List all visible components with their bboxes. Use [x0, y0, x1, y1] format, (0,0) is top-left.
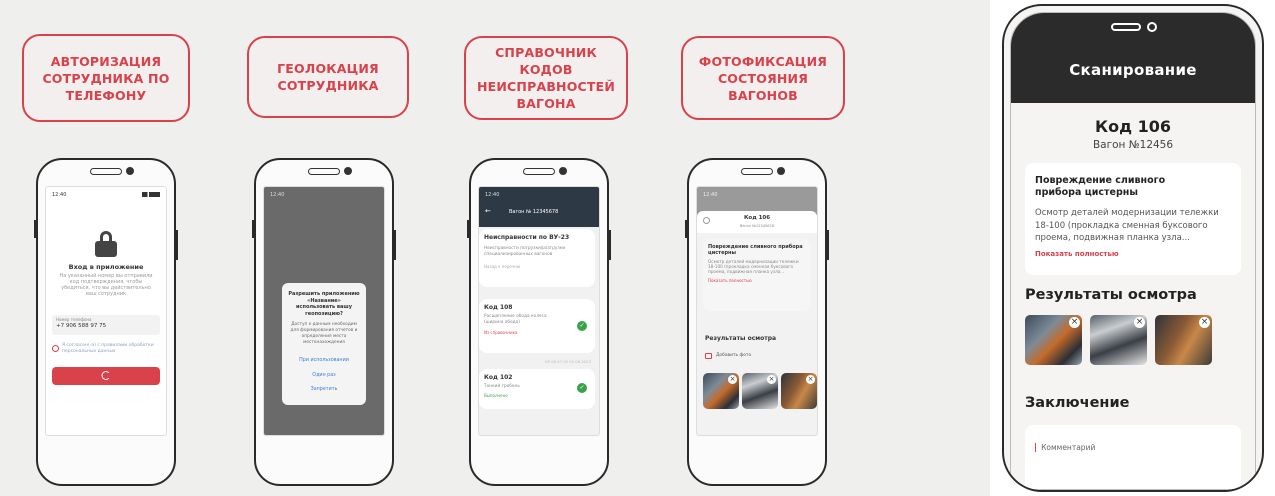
- camera-icon: [705, 353, 712, 359]
- scanning-title: Сканирование: [1069, 61, 1197, 79]
- status-time: 12:40: [270, 192, 285, 198]
- fault-card-title: Повреждение сливного прибора цистерны: [1035, 175, 1166, 198]
- speaker: [523, 168, 555, 175]
- speaker: [90, 168, 122, 175]
- consent-text: Я согласен(-а) с правилами обработки пер…: [62, 343, 154, 354]
- phone-mockup-photo-fixation: 12:40 Код 106 Вагон №12345678 Повреждени…: [685, 158, 829, 486]
- show-more-link[interactable]: Показать полностью: [1035, 250, 1231, 258]
- status-time: 12:40: [52, 192, 67, 198]
- phone-mockup-geolocation: 12:40 Разрешить приложению «Название» ис…: [252, 158, 396, 486]
- photo-code-title: Код 106: [743, 215, 771, 221]
- allow-while-using-button[interactable]: При использовании: [288, 358, 360, 363]
- phone-input[interactable]: Номер телефона +7 906 588 97 75: [52, 315, 160, 335]
- feature-label-geolocation: ГЕОЛОКАЦИЯ СОТРУДНИКА: [247, 36, 409, 118]
- conclusion-heading: Заключение: [1025, 395, 1130, 411]
- camera-dot: [344, 167, 352, 175]
- photo-card-title: Повреждение сливного прибора цистерны: [708, 244, 803, 256]
- photo-card-text: Осмотр деталей модернизации тележки 18-1…: [708, 259, 799, 275]
- status-time: 12:40: [703, 192, 718, 198]
- scan-code-title: Код 106: [1095, 117, 1171, 136]
- phone-mockup-fault-codes: 12:40 ← Вагон № 12345678 Неисправности п…: [467, 158, 611, 486]
- camera-dot: [559, 167, 567, 175]
- remove-photo-icon[interactable]: ×: [806, 375, 815, 384]
- fault-item1-text: Расщепление обода колеса (ширина обода): [484, 314, 547, 325]
- phone-mockup-login: 12:40 Вход в приложение На указанный ном…: [34, 158, 178, 486]
- fault-header-title: Вагон № 12345678: [509, 209, 559, 215]
- fault-codes-screen: 12:40 ← Вагон № 12345678 Неисправности п…: [478, 186, 600, 436]
- dialog-title: Разрешить приложению «Название» использо…: [288, 291, 360, 317]
- fault-description-card: Повреждение сливного прибора цистерны Ос…: [1025, 163, 1241, 275]
- text-cursor: [1035, 443, 1036, 452]
- scan-wagon-number: Вагон №12456: [1092, 139, 1174, 151]
- fault-card-main: Неисправности по ВУ-23 Неисправности пог…: [479, 229, 595, 287]
- phone-input-value: +7 906 588 97 75: [56, 323, 107, 329]
- fault-item-102[interactable]: Код 102 Тонкий гребень Выполнено ✓: [479, 369, 595, 409]
- add-photo-label: Добавить фото: [716, 353, 752, 358]
- check-icon: ✓: [577, 383, 587, 393]
- camera-dot: [126, 167, 134, 175]
- comment-placeholder: Комментарий: [1041, 443, 1096, 452]
- inspection-photo[interactable]: ×: [1155, 315, 1212, 365]
- comment-input[interactable]: Комментарий: [1025, 425, 1241, 489]
- inspection-photo[interactable]: ×: [1025, 315, 1082, 365]
- feature-label-fault-codes: СПРАВОЧНИК КОДОВ НЕИСПРАВНОСТЕЙ ВАГОНА: [464, 36, 628, 120]
- photo-results-title: Результаты осмотра: [705, 335, 777, 342]
- photo-sheet: Код 106 Вагон №12345678: [697, 211, 817, 233]
- photo-code-sub: Вагон №12345678: [739, 224, 775, 228]
- phone-mockup-scanning: Сканирование Код 106 Вагон №12456 Повреж…: [1002, 4, 1264, 492]
- scanning-screen: Сканирование Код 106 Вагон №12456 Повреж…: [1010, 12, 1256, 490]
- remove-photo-icon[interactable]: ×: [1199, 317, 1210, 328]
- fault-card-text: Осмотр деталей модернизации тележки 18-1…: [1035, 208, 1219, 243]
- camera-dot: [1147, 22, 1157, 32]
- speaker: [308, 168, 340, 175]
- login-title: Вход в приложение: [68, 263, 144, 271]
- fault-item1-sub: Из справочника: [484, 330, 518, 335]
- fault-section-title: Неисправности по ВУ-23: [484, 234, 570, 241]
- fault-item2-text: Тонкий гребень: [484, 384, 520, 389]
- signal-icon: [142, 192, 160, 197]
- scanning-header: Сканирование: [1011, 13, 1255, 103]
- status-time: 12:40: [485, 192, 500, 198]
- allow-once-button[interactable]: Один раз: [288, 373, 360, 378]
- remove-photo-icon[interactable]: ×: [728, 375, 737, 384]
- loading-spinner-icon: [101, 371, 111, 380]
- fault-header-bar: 12:40 ← Вагон № 12345678: [479, 187, 599, 227]
- login-screen: 12:40 Вход в приложение На указанный ном…: [45, 186, 167, 436]
- login-description: На указанный номер вы отправили код подт…: [59, 273, 153, 297]
- deny-button[interactable]: Запретить: [288, 387, 360, 392]
- check-icon: ✓: [577, 321, 587, 331]
- add-photo-button[interactable]: Добавить фото: [705, 353, 751, 359]
- feature-label-photo-fixation: ФОТОФИКСАЦИЯ СОСТОЯНИЯ ВАГОНОВ: [681, 36, 845, 120]
- feature-label-authorization: АВТОРИЗАЦИЯ СОТРУДНИКА ПО ТЕЛЕФОНУ: [22, 34, 190, 122]
- speaker: [1111, 23, 1141, 31]
- camera-dot: [777, 167, 785, 175]
- fault-date: НР 08.07.05 02.06.2023: [544, 359, 591, 364]
- photo-card-link[interactable]: Показать полностью: [708, 278, 806, 284]
- inspection-results-heading: Результаты осмотра: [1025, 287, 1197, 303]
- inspection-photo[interactable]: ×: [1090, 315, 1147, 365]
- fault-code-102: Код 102: [484, 374, 513, 381]
- photo-fixation-screen: 12:40 Код 106 Вагон №12345678 Повреждени…: [696, 186, 818, 436]
- consent-checkbox[interactable]: [52, 345, 59, 352]
- inspection-photo[interactable]: ×: [781, 373, 817, 409]
- fault-code-108: Код 108: [484, 304, 513, 311]
- fault-item0-sub: Назад к перечню: [484, 264, 521, 269]
- remove-photo-icon[interactable]: ×: [1134, 317, 1145, 328]
- dialog-text: Доступ к данным необходим для формирован…: [290, 322, 358, 345]
- inspection-photo[interactable]: ×: [742, 373, 778, 409]
- fault-item2-sub: Выполнено: [484, 393, 508, 398]
- geolocation-screen: 12:40 Разрешить приложению «Название» ис…: [263, 186, 385, 436]
- inspection-photo[interactable]: ×: [703, 373, 739, 409]
- photo-fault-card: Повреждение сливного прибора цистерны Ос…: [703, 239, 811, 311]
- fault-item0-text: Неисправности погрузки/разгрузки специал…: [484, 246, 566, 257]
- lock-icon: [95, 231, 117, 257]
- remove-photo-icon[interactable]: ×: [767, 375, 776, 384]
- permission-dialog: Разрешить приложению «Название» использо…: [282, 283, 366, 405]
- login-button[interactable]: [52, 367, 160, 385]
- back-arrow-icon[interactable]: ←: [485, 207, 491, 215]
- speaker: [741, 168, 773, 175]
- fault-item-108[interactable]: Код 108 Расщепление обода колеса (ширина…: [479, 299, 595, 353]
- remove-photo-icon[interactable]: ×: [1069, 317, 1080, 328]
